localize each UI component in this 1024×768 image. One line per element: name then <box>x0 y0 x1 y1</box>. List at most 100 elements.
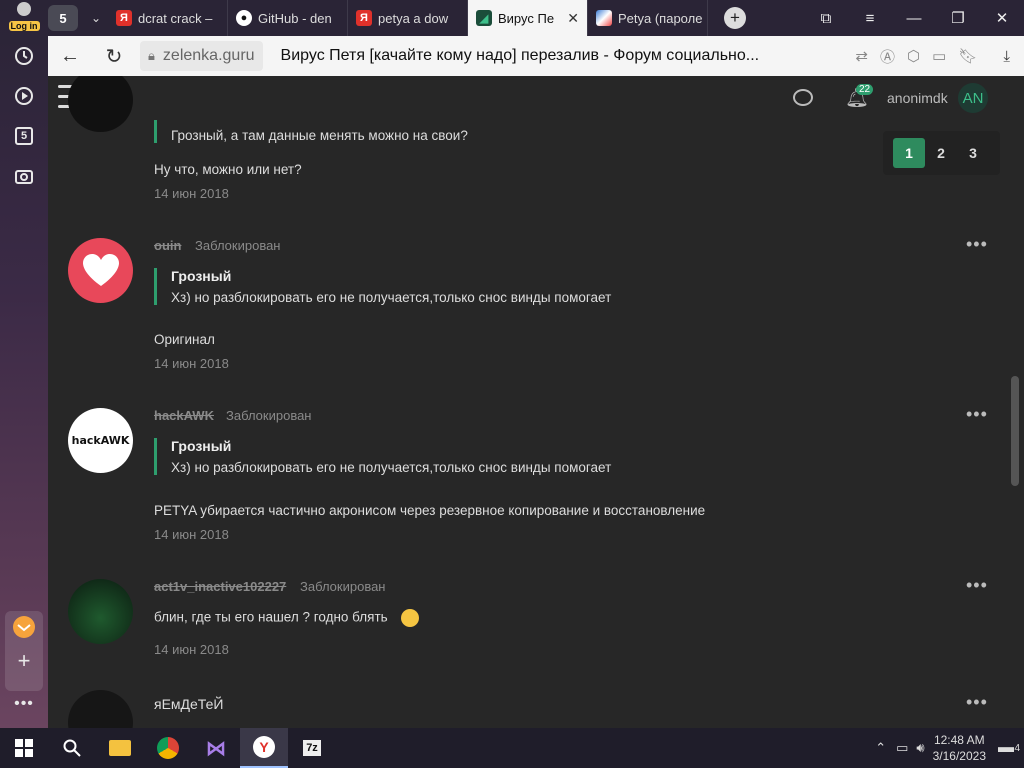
file-explorer-icon[interactable] <box>96 728 144 768</box>
tab-petya-passwords[interactable]: Petya (пароле <box>588 0 708 36</box>
new-tab-button[interactable]: + <box>724 7 746 29</box>
yandex-icon: Я <box>116 10 132 26</box>
more-options-icon[interactable]: ••• <box>966 692 988 713</box>
search-icon[interactable] <box>48 728 96 768</box>
lolz-icon: ◢ <box>476 10 492 26</box>
login-button[interactable]: Log in <box>6 2 42 34</box>
tab-petya-download[interactable]: Я petya a dow <box>348 0 468 36</box>
7zip-icon[interactable]: 7z <box>288 728 336 768</box>
start-button[interactable] <box>0 728 48 768</box>
quote: Грозный Хз) но разблокировать его не пол… <box>154 268 611 305</box>
lock-icon: 🔒︎ <box>148 48 155 63</box>
more-options-icon[interactable]: ••• <box>966 234 988 255</box>
quote-author[interactable]: Грозный <box>171 268 611 284</box>
browser-side-rail: Log in 5 + ••• <box>0 0 48 728</box>
tab-group-button[interactable]: 5 <box>48 5 78 31</box>
quote-text: Хз) но разблокировать его не получается,… <box>171 460 612 475</box>
status-badge: Заблокирован <box>195 238 281 253</box>
network-icon[interactable]: ▭ <box>896 740 908 756</box>
avatar[interactable] <box>68 690 133 728</box>
clock-time: 12:48 AM <box>933 733 985 747</box>
status-badge: Заблокирован <box>300 579 386 594</box>
chrome-icon[interactable] <box>144 728 192 768</box>
post-message: Ну что, можно или нет? <box>154 162 302 177</box>
heart-icon <box>82 253 119 286</box>
notification-count: 4 <box>1014 743 1020 754</box>
post-date[interactable]: 14 июн 2018 <box>154 356 229 371</box>
more-options-icon[interactable]: ••• <box>966 575 988 596</box>
quote: Грозный, а там данные менять можно на св… <box>154 120 468 143</box>
taskbar: ⋈ Y 7z ⌃ ▭ 🔊︎ 12:48 AM 3/16/2023 ▬ 4 <box>0 728 1024 768</box>
page-1-button[interactable]: 1 <box>893 138 925 168</box>
minimize-button[interactable]: — <box>892 10 936 27</box>
post-username[interactable]: ouin <box>154 238 181 253</box>
bookmarks-icon[interactable]: ⧉ <box>804 10 848 27</box>
post-username[interactable]: act1v_inactive102227 <box>154 579 286 594</box>
avatar[interactable] <box>68 579 133 644</box>
yandex-browser-icon[interactable]: Y <box>240 728 288 768</box>
reload-button[interactable]: ↻ <box>92 44 136 69</box>
avatar[interactable]: AN <box>958 83 988 113</box>
tab-virus-petya[interactable]: ◢ Вирус Пе ✕ <box>468 0 588 36</box>
download-icon[interactable]: ⤓ <box>1003 48 1010 65</box>
post-date[interactable]: 14 июн 2018 <box>154 186 229 201</box>
tab-label: GitHub - den <box>258 10 332 26</box>
notifications-icon[interactable]: ▬ 4 <box>998 739 1020 757</box>
add-panel-icon[interactable]: + <box>10 647 38 675</box>
volume-icon[interactable]: 🔊︎ <box>916 740 924 756</box>
post-username[interactable]: hackAWK <box>154 408 214 423</box>
page-2-button[interactable]: 2 <box>925 138 957 168</box>
chevron-up-icon[interactable]: ⌃ <box>875 740 886 756</box>
avatar[interactable] <box>68 238 133 303</box>
close-icon[interactable]: ✕ <box>567 10 579 27</box>
quote-author[interactable]: Грозный <box>171 438 611 454</box>
mail-icon[interactable] <box>10 613 38 641</box>
system-tray: ⌃ ▭ 🔊︎ 12:48 AM 3/16/2023 ▬ 4 <box>875 732 1024 764</box>
close-window-button[interactable]: ✕ <box>980 9 1024 27</box>
more-options-icon[interactable]: ••• <box>966 404 988 425</box>
yandex-icon: Я <box>356 10 372 26</box>
post-date[interactable]: 14 июн 2018 <box>154 527 229 542</box>
restore-button[interactable]: ❐ <box>936 9 980 27</box>
back-button[interactable]: ← <box>48 45 92 68</box>
tab-label: petya a dow <box>378 10 449 26</box>
page-3-button[interactable]: 3 <box>957 138 989 168</box>
scrollbar[interactable] <box>1011 376 1019 486</box>
post-message: блин, где ты его нашел ? годно блять <box>154 609 420 627</box>
tab-github[interactable]: ● GitHub - den <box>228 0 348 36</box>
reader-icon[interactable]: Ⓐ <box>880 46 895 67</box>
avatar[interactable]: hackAWK <box>68 408 133 473</box>
translate-icon[interactable]: ⇄ <box>855 47 868 65</box>
post-message: Оригинал <box>154 332 215 347</box>
pagination: 1 2 3 <box>883 131 1000 175</box>
play-icon[interactable] <box>10 82 38 110</box>
post-message: PETYA убирается частично акронисом через… <box>154 503 706 518</box>
notification-badge: 22 <box>856 84 874 95</box>
quote-text: Хз) но разблокировать его не получается,… <box>171 290 612 305</box>
url-field[interactable]: 🔒︎ zelenka.guru <box>140 41 263 71</box>
clock-date: 3/16/2023 <box>932 749 986 763</box>
conversations-icon[interactable] <box>793 89 813 106</box>
tab-label: Petya (пароле <box>618 10 703 26</box>
username-link[interactable]: anonimdk <box>887 90 948 106</box>
menu-icon[interactable]: ≡ <box>848 10 892 27</box>
avatar-text: hackAWK <box>71 434 130 447</box>
petya-icon <box>596 10 612 26</box>
tab-label: Вирус Пе <box>498 10 555 26</box>
clock[interactable]: 12:48 AM 3/16/2023 <box>933 732 986 764</box>
chat-icon[interactable]: ▭ <box>932 47 946 65</box>
smiley-icon <box>401 609 420 627</box>
tab-label: dcrat crack – <box>138 10 213 26</box>
tab-dcrat[interactable]: Я dcrat crack – <box>108 0 228 36</box>
visual-studio-icon[interactable]: ⋈ <box>192 728 240 768</box>
extension-icon[interactable]: ⬡ <box>907 47 920 65</box>
tabs-counter-icon[interactable]: 5 <box>10 122 38 150</box>
screenshot-icon[interactable] <box>10 162 38 190</box>
bookmark-icon[interactable]: 🔖︎ <box>958 47 977 65</box>
github-icon: ● <box>236 10 252 26</box>
history-icon[interactable] <box>10 42 38 70</box>
post-username[interactable]: яЕмДеТеЙ <box>154 696 223 712</box>
post-date[interactable]: 14 июн 2018 <box>154 642 229 657</box>
more-icon[interactable]: ••• <box>10 690 38 718</box>
chevron-down-icon[interactable]: ⌄ <box>84 11 108 25</box>
